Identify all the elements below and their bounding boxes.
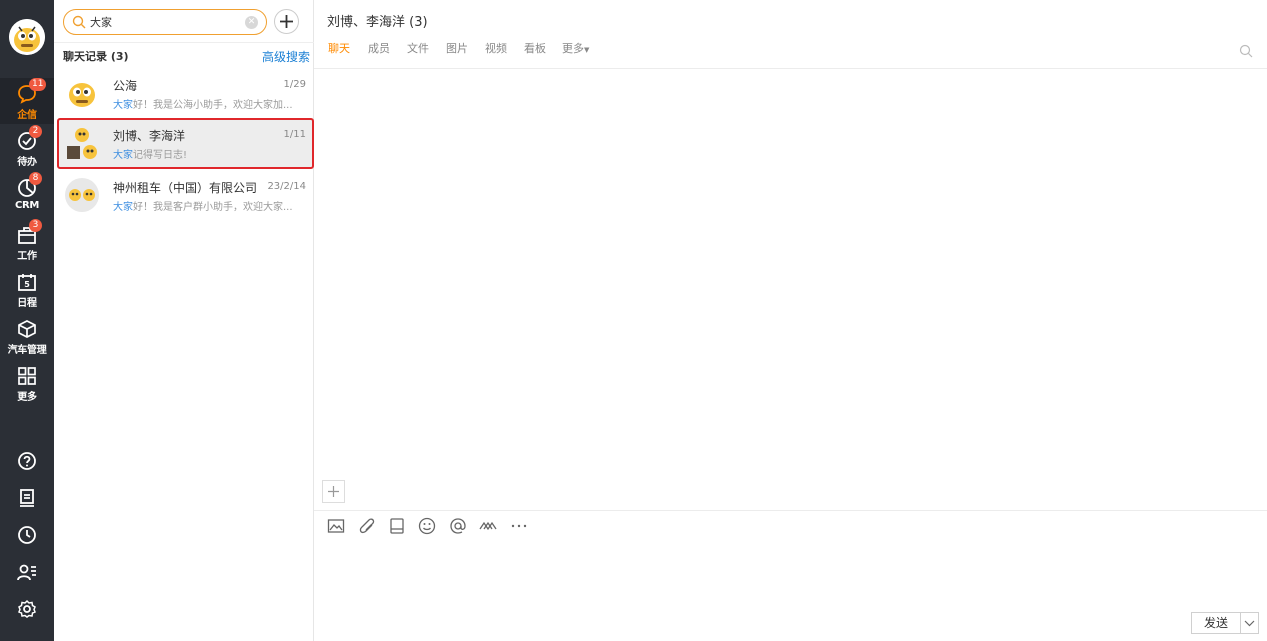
svg-text:5: 5 <box>24 280 30 289</box>
user-avatar[interactable] <box>9 19 45 55</box>
left-nav: 11 企信 2 待办 8 CRM 3 工作 5 日程 汽车管理 更多 <box>0 0 54 641</box>
nav-item-more[interactable]: 更多 <box>0 360 54 406</box>
snippet-highlight: 大家 <box>113 150 133 161</box>
search-icon[interactable] <box>1239 44 1253 58</box>
plus-icon <box>280 15 293 28</box>
chat-list-panel: ✕ 聊天记录 (3) 高级搜索 公海 1/29 大家好！我是公海小助手，欢迎大家… <box>54 0 314 641</box>
tab-board[interactable]: 看板 <box>524 40 546 56</box>
search-icon <box>72 15 86 29</box>
chat-records-header: 聊天记录 (3) <box>63 50 129 63</box>
image-icon[interactable] <box>327 517 345 535</box>
chat-name: 神州租车（中国）有限公司 <box>113 181 258 195</box>
avatar <box>65 76 99 110</box>
nav-badge: 2 <box>29 125 42 138</box>
calendar-icon: 5 <box>18 274 36 291</box>
settings-icon[interactable] <box>17 599 37 619</box>
nav-item-schedule[interactable]: 5 日程 <box>0 266 54 312</box>
list-item[interactable]: 神州租车（中国）有限公司 23/2/14 大家好！我是客户群小助手，欢迎大家..… <box>57 170 314 221</box>
snippet-highlight: 大家 <box>113 202 133 213</box>
clear-search-icon[interactable]: ✕ <box>245 16 258 29</box>
nav-badge: 3 <box>29 219 42 232</box>
at-icon[interactable] <box>449 517 467 535</box>
chat-snippet: 大家好！我是公海小助手，欢迎大家加... <box>113 96 303 111</box>
divider <box>54 42 314 43</box>
snippet-text: 好！我是客户群小助手，欢迎大家... <box>133 202 293 213</box>
search-box[interactable]: ✕ <box>63 9 267 35</box>
list-item-selected[interactable]: 刘博、李海洋 1/11 大家记得写日志! <box>57 118 314 169</box>
cube-icon <box>18 320 36 338</box>
chevron-down-icon <box>1244 620 1255 627</box>
contacts-icon[interactable] <box>17 562 37 582</box>
chat-snippet: 大家记得写日志! <box>113 146 303 161</box>
add-button[interactable] <box>274 9 299 34</box>
tab-more[interactable]: 更多▼ <box>562 40 589 56</box>
list-item[interactable]: 公海 1/29 大家好！我是公海小助手，欢迎大家加... <box>57 68 314 119</box>
nav-label: CRM <box>14 200 40 211</box>
chat-name: 刘博、李海洋 <box>113 129 186 143</box>
tab-files[interactable]: 文件 <box>407 40 429 56</box>
chat-main-panel: 刘博、李海洋 (3) 聊天 成员 文件 图片 视频 看板 更多▼ 发送 <box>314 0 1267 641</box>
group-avatar <box>65 126 99 160</box>
nav-item-car-management[interactable]: 汽车管理 <box>0 313 54 359</box>
chat-snippet: 大家好！我是客户群小助手，欢迎大家... <box>113 198 303 213</box>
divider <box>314 68 1267 69</box>
divider <box>314 510 1267 511</box>
nav-badge: 8 <box>29 172 42 185</box>
clock-icon[interactable] <box>17 525 37 545</box>
nav-label: 待办 <box>17 157 37 168</box>
snippet-text: 好！我是公海小助手，欢迎大家加... <box>133 100 293 111</box>
nav-item-qixin[interactable]: 11 企信 <box>0 78 54 124</box>
nav-label: 日程 <box>17 298 37 309</box>
tab-images[interactable]: 图片 <box>446 40 468 56</box>
nav-item-todo[interactable]: 2 待办 <box>0 125 54 171</box>
nav-item-work[interactable]: 3 工作 <box>0 219 54 265</box>
emoji-icon[interactable] <box>418 517 436 535</box>
attachment-icon[interactable] <box>358 517 376 535</box>
tab-chat[interactable]: 聊天 <box>328 40 350 56</box>
chevron-down-icon: ▼ <box>584 46 590 54</box>
nav-item-crm[interactable]: 8 CRM <box>0 172 54 218</box>
nav-label: 汽车管理 <box>7 345 47 356</box>
group-avatar <box>65 178 99 212</box>
scissors-icon[interactable] <box>479 517 497 535</box>
snippet-text: 记得写日志! <box>133 150 188 161</box>
tab-more-label: 更多 <box>562 42 584 55</box>
chat-date: 23/2/14 <box>267 181 306 192</box>
expand-plus-button[interactable] <box>322 480 345 503</box>
plus-icon <box>328 486 339 497</box>
conversation-title: 刘博、李海洋 (3) <box>327 15 428 30</box>
send-button[interactable]: 发送 <box>1192 613 1241 633</box>
search-input[interactable] <box>90 13 240 31</box>
nav-badge: 11 <box>29 78 47 91</box>
chat-name: 公海 <box>113 79 138 93</box>
more-icon[interactable] <box>510 517 528 535</box>
snippet-highlight: 大家 <box>113 100 133 111</box>
nav-label: 工作 <box>17 251 37 262</box>
chat-date: 1/29 <box>283 79 306 90</box>
help-icon[interactable] <box>17 451 37 471</box>
tab-members[interactable]: 成员 <box>368 40 390 56</box>
chat-date: 1/11 <box>283 129 306 140</box>
grid-icon <box>18 367 36 385</box>
send-options-button[interactable] <box>1241 613 1258 633</box>
advanced-search-link[interactable]: 高级搜索 <box>262 48 310 65</box>
app-window: 11 企信 2 待办 8 CRM 3 工作 5 日程 汽车管理 更多 大家 ✕ … <box>0 0 1267 641</box>
nav-label: 更多 <box>17 392 37 403</box>
tab-videos[interactable]: 视频 <box>485 40 507 56</box>
send-control: 发送 <box>1191 612 1259 634</box>
nav-label: 企信 <box>17 110 37 121</box>
notebook-icon[interactable] <box>17 488 37 508</box>
notebook-icon[interactable] <box>388 517 406 535</box>
